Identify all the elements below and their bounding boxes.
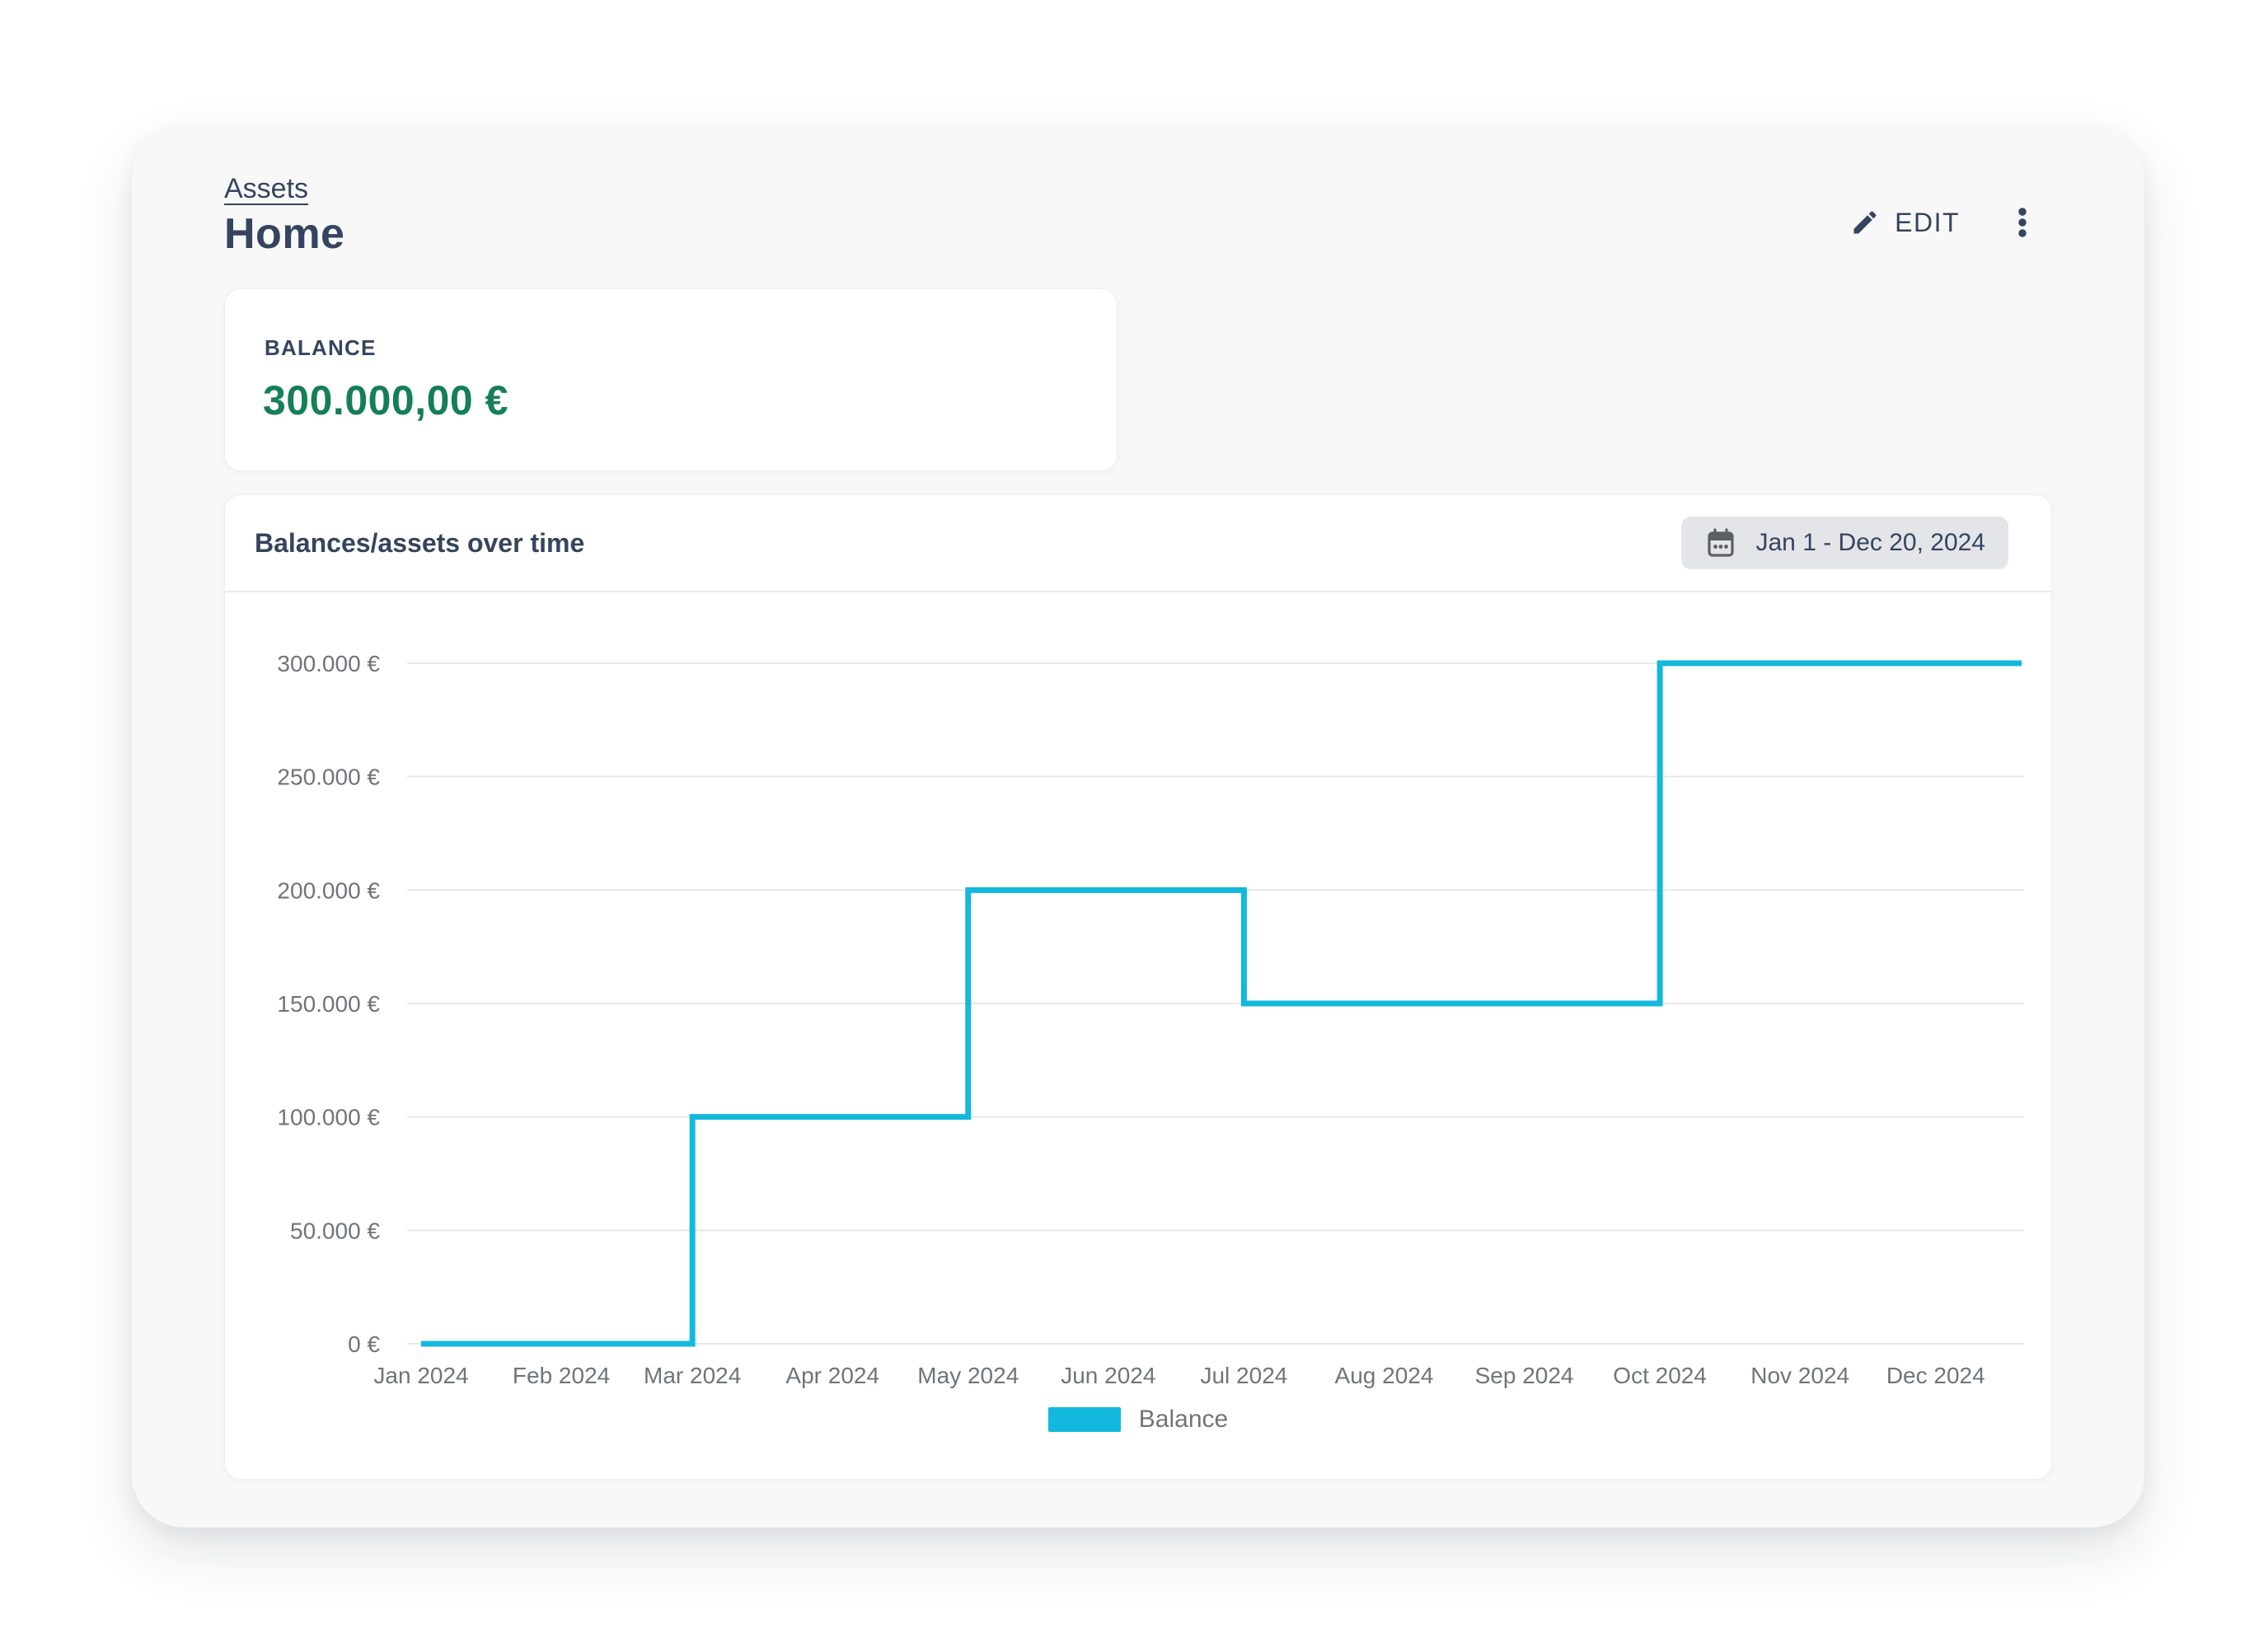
kebab-vertical-icon xyxy=(2013,204,2032,241)
x-axis-tick-label: Oct 2024 xyxy=(1613,1363,1707,1388)
y-axis-tick-label: 250.000 € xyxy=(277,765,380,790)
balance-value: 300.000,00 € xyxy=(263,377,508,424)
y-axis-tick-label: 300.000 € xyxy=(277,651,380,676)
x-axis-tick-label: Jul 2024 xyxy=(1200,1363,1287,1388)
edit-button-label: EDIT xyxy=(1895,208,1960,238)
pencil-icon xyxy=(1850,208,1880,237)
chart-card: Balances/assets over time Jan 1 - Dec 20… xyxy=(224,494,2052,1480)
page-title: Home xyxy=(224,209,344,259)
header-actions: EDIT xyxy=(1850,196,2039,249)
y-axis-tick-label: 50.000 € xyxy=(290,1218,380,1243)
chart-header: Balances/assets over time Jan 1 - Dec 20… xyxy=(225,495,2051,591)
x-axis-tick-label: Sep 2024 xyxy=(1475,1363,1574,1388)
legend-label-balance: Balance xyxy=(1139,1406,1228,1434)
app-card: Assets Home EDIT BALANCE 300.000,00 € xyxy=(132,127,2144,1527)
y-axis-tick-label: 100.000 € xyxy=(277,1105,380,1130)
edit-button[interactable]: EDIT xyxy=(1850,208,1960,238)
chart-legend: Balance xyxy=(225,1403,2051,1436)
x-axis-tick-label: Aug 2024 xyxy=(1335,1363,1434,1388)
balance-chart: 0 € 50.000 € 100.000 € 150.000 € 200.000 € 25… xyxy=(225,591,2053,1481)
date-range-chip[interactable]: Jan 1 - Dec 20, 2024 xyxy=(1681,517,2008,569)
balance-label: BALANCE xyxy=(265,335,377,361)
y-axis-tick-label: 150.000 € xyxy=(277,991,380,1017)
date-range-label: Jan 1 - Dec 20, 2024 xyxy=(1755,529,1985,557)
y-axis-tick-label: 200.000 € xyxy=(277,877,380,903)
x-axis-tick-label: May 2024 xyxy=(917,1363,1019,1388)
x-axis-tick-label: Jan 2024 xyxy=(373,1363,468,1388)
y-axis-tick-label: 0 € xyxy=(348,1331,380,1357)
x-axis-tick-label: Jun 2024 xyxy=(1061,1363,1155,1388)
x-axis-tick-label: Dec 2024 xyxy=(1886,1363,1985,1388)
legend-swatch-balance xyxy=(1048,1407,1121,1432)
chart-title: Balances/assets over time xyxy=(255,528,584,559)
x-axis-tick-label: Apr 2024 xyxy=(785,1363,879,1388)
kebab-menu-button[interactable] xyxy=(2006,204,2039,241)
breadcrumb-assets-link[interactable]: Assets xyxy=(224,173,308,205)
x-axis-tick-label: Feb 2024 xyxy=(513,1363,610,1388)
x-axis-tick-label: Mar 2024 xyxy=(644,1363,741,1388)
calendar-icon xyxy=(1704,526,1737,559)
x-axis-tick-label: Nov 2024 xyxy=(1750,1363,1849,1388)
balance-card: BALANCE 300.000,00 € xyxy=(224,288,1118,471)
